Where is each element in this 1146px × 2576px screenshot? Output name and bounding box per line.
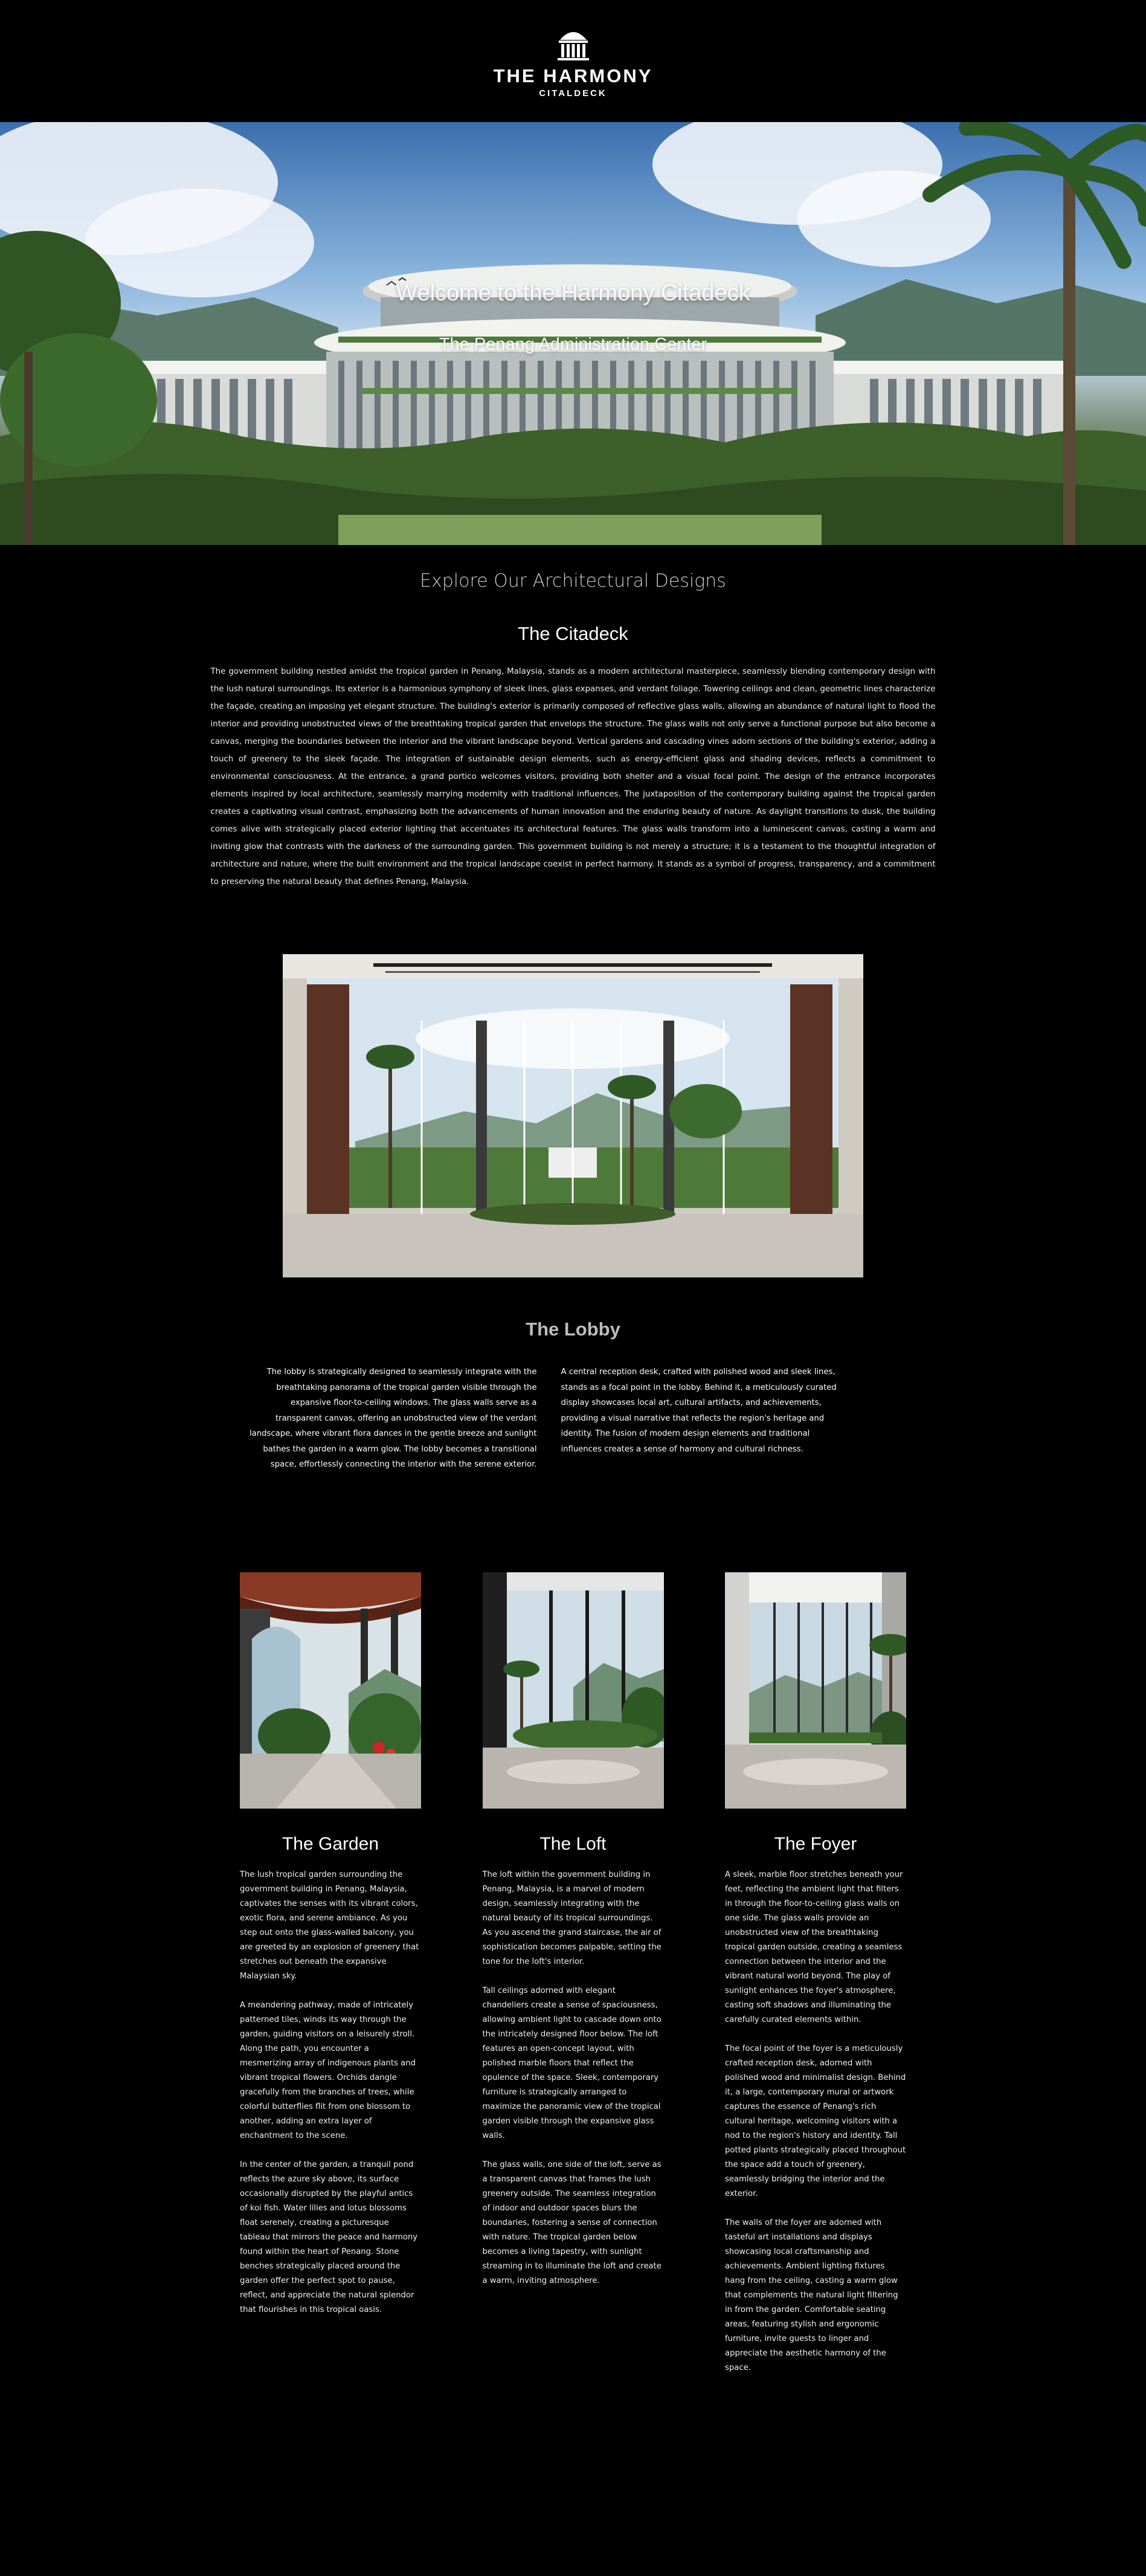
lobby-title: The Lobby [526,1319,620,1340]
room-paragraph: The walls of the foyer are adorned with … [725,2218,898,2372]
room-paragraph: A sleek, marble floor stretches beneath … [725,1870,903,2024]
hero-building-illustration [0,122,1146,545]
lobby-text-columns: The lobby is strategically designed to s… [247,1364,900,1473]
brand-subtitle: CITALDECK [539,88,607,98]
hero-title: Welcome to the Harmony Citadeck [396,280,750,306]
dome-building-icon[interactable] [554,24,593,62]
citadeck-title: The Citadeck [518,623,628,644]
room-title: The Loft [539,1833,607,1854]
brand-name[interactable]: THE HARMONY [494,65,653,87]
room-description: The loft within the government building … [483,1868,664,2288]
hero-subtitle: The Penang Administration Center [439,335,707,354]
garden-image [240,1572,421,1809]
room-paragraph: The lush tropical garden surrounding the… [240,1870,419,1981]
citadeck-description: The government building nestled amidst t… [210,667,936,886]
foyer-image [725,1572,906,1809]
room-card-foyer: The Foyer A sleek, marble floor stretche… [725,1572,906,2390]
lobby-text-right: A central reception desk, crafted with p… [561,1367,837,1454]
room-paragraph: Tall ceilings adorned with elegant chand… [482,1986,662,2140]
room-paragraph: The focal point of the foyer is a meticu… [725,2044,906,2198]
lobby-illustration [283,954,863,1277]
site-header: THE HARMONY CITALDECK [0,0,1146,122]
lobby-text-left: The lobby is strategically designed to s… [249,1367,537,1469]
room-description: A sleek, marble floor stretches beneath … [725,1868,906,2375]
room-title: The Garden [282,1833,379,1854]
room-card-garden: The Garden The lush tropical garden surr… [240,1572,421,2390]
room-paragraph: A meandering pathway, made of intricatel… [240,2000,416,2140]
lobby-image [283,954,863,1277]
rooms-section: The Garden The lush tropical garden surr… [240,1572,906,2390]
loft-image [482,1572,664,1809]
room-paragraph: The loft within the government building … [482,1870,662,1966]
room-title: The Foyer [774,1833,857,1854]
room-card-loft: The Loft The loft within the government … [482,1572,664,2390]
hero-banner: Welcome to the Harmony Citadeck The Pena… [0,122,1146,545]
room-description: The lush tropical garden surrounding the… [240,1868,421,2317]
room-paragraph: In the center of the garden, a tranquil … [240,2160,418,2314]
explore-heading: Explore Our Architectural Designs [420,570,726,592]
room-paragraph: The glass walls, one side of the loft, s… [482,2160,662,2285]
